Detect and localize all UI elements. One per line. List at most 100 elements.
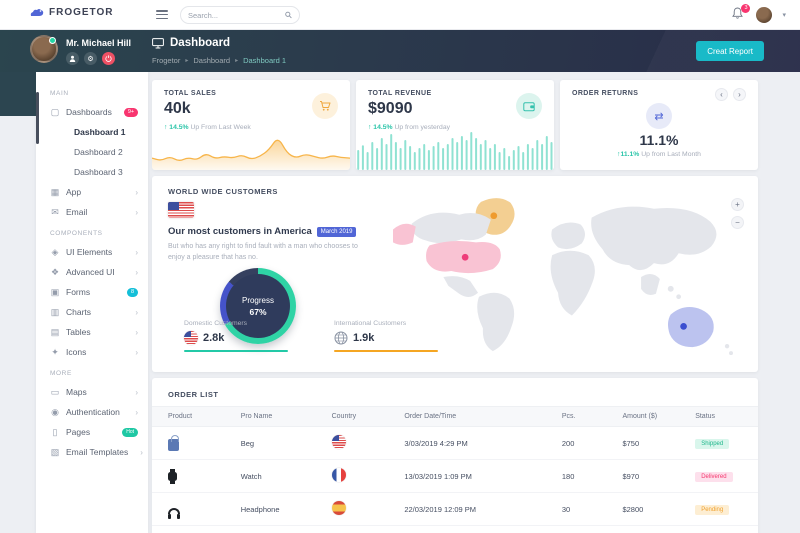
sidebar-item-authentication[interactable]: ◉ Authentication › [36, 402, 148, 422]
sidebar-item-tables[interactable]: ▤ Tables › [36, 322, 148, 342]
maps-icon: ▭ [50, 387, 60, 398]
pages-hot-badge: Hot [122, 428, 138, 437]
sidebar-item-dashboard-3[interactable]: Dashboard 3 [36, 162, 148, 182]
sidebar-item-charts[interactable]: ▥ Charts › [36, 302, 148, 322]
domestic-underline-bar [184, 350, 288, 352]
tables-icon: ▤ [50, 327, 60, 338]
app-grid-icon: ▦ [50, 187, 60, 198]
map-africa[interactable] [551, 251, 595, 316]
table-row: Watch 13/03/2019 1:09 PM 180 $970 Delive… [152, 460, 758, 493]
globe-icon [334, 331, 348, 345]
logout-button[interactable] [102, 52, 115, 65]
table-row: Purse 14/03/2019 8:27 PM 100 $520 Shippe… [152, 526, 758, 533]
settings-button[interactable]: ⚙ [84, 52, 97, 65]
create-report-button[interactable]: Creat Report [696, 41, 764, 61]
brand-logo[interactable]: FROGETOR [30, 7, 113, 18]
chevron-right-icon: › [135, 208, 138, 217]
breadcrumb-sep-icon: ▸ [185, 57, 188, 64]
sidebar-item-app[interactable]: ▦ App › [36, 182, 148, 202]
map-south-america[interactable] [477, 293, 514, 351]
sidebar-section-main: MAIN [50, 90, 148, 97]
dashboard-screen: FROGETOR 3 ▾ Mr. Michael Hill [0, 0, 800, 533]
sidebar: MAIN ▢ Dashboards 9+ Dashboard 1 Dashboa… [36, 72, 148, 533]
map-marker-us[interactable] [462, 254, 469, 261]
profile-button[interactable] [66, 52, 79, 65]
sidebar-item-email[interactable]: ✉ Email › [36, 202, 148, 222]
dashboards-count-badge: 9+ [124, 108, 138, 117]
card-label: ORDER RETURNS [572, 90, 638, 97]
breadcrumb-sep-icon: ▸ [235, 57, 238, 64]
brand-name: FROGETOR [49, 7, 113, 18]
map-canada[interactable] [412, 213, 491, 244]
menu-toggle-icon[interactable] [156, 10, 168, 21]
us-flag-icon [168, 202, 194, 218]
chevron-down-icon[interactable]: ▾ [782, 11, 786, 19]
map-india[interactable] [641, 274, 660, 295]
map-alaska[interactable] [393, 224, 416, 245]
breadcrumb-dashboard[interactable]: Dashboard [193, 56, 230, 65]
spain-flag-icon [332, 501, 346, 515]
user-avatar[interactable] [756, 7, 772, 23]
map-australia[interactable] [668, 307, 714, 347]
top-navbar: FROGETOR 3 ▾ [0, 0, 800, 30]
breadcrumb-home[interactable]: Frogetor [152, 56, 180, 65]
chevron-right-icon: › [135, 408, 138, 417]
sidebar-item-pages[interactable]: ▯ Pages Hot [36, 422, 148, 442]
cart-icon-circle [312, 93, 338, 119]
map-asia[interactable] [591, 207, 716, 270]
chevron-right-icon: › [135, 188, 138, 197]
sidebar-section-more: MORE [50, 370, 148, 377]
map-marker-australia[interactable] [680, 323, 687, 330]
progress-label: Progress [242, 296, 274, 305]
pages-icon: ▯ [50, 427, 60, 438]
sidebar-scrollbar[interactable] [36, 92, 39, 144]
sidebar-item-maps[interactable]: ▭ Maps › [36, 382, 148, 402]
map-europe[interactable] [551, 223, 585, 250]
power-icon [105, 55, 112, 62]
search-input[interactable] [188, 11, 285, 20]
total-sales-card: TOTAL SALES 40k ↑ 14.5% Up From Last Wee… [152, 80, 350, 170]
order-returns-delta: ↑11.1% Up from Last Month [560, 151, 758, 158]
notifications-button[interactable]: 3 [732, 7, 746, 23]
sales-sparkline-chart [152, 132, 350, 170]
sidebar-item-advanced-ui[interactable]: ❖ Advanced UI › [36, 262, 148, 282]
charts-icon: ▥ [50, 307, 60, 318]
domestic-customers-value: 2.8k [203, 332, 224, 344]
chevron-right-icon: › [135, 248, 138, 257]
returns-prev-button[interactable]: ‹ [715, 88, 728, 101]
returns-next-button[interactable]: › [733, 88, 746, 101]
map-marker-greenland[interactable] [490, 212, 497, 219]
map-zoom-out-button[interactable]: − [731, 216, 744, 229]
status-badge: Pending [695, 505, 729, 515]
order-table: Product Pro Name Country Order Date/Time… [152, 406, 758, 533]
revenue-bar-chart [356, 126, 554, 170]
sidebar-item-dashboard-2[interactable]: Dashboard 2 [36, 142, 148, 162]
total-sales-delta: ↑ 14.5% Up From Last Week [164, 124, 251, 131]
sidebar-item-dashboard-1[interactable]: Dashboard 1 [36, 122, 148, 142]
advanced-ui-icon: ❖ [50, 267, 60, 278]
page-title: Dashboard [170, 37, 230, 49]
user-icon [69, 55, 76, 62]
sidebar-item-icons[interactable]: ✦ Icons › [36, 342, 148, 362]
sidebar-item-ui-elements[interactable]: ◈ UI Elements › [36, 242, 148, 262]
profile-avatar[interactable] [30, 35, 58, 63]
world-wide-customers-card: WORLD WIDE CUSTOMERS Our most customers … [152, 176, 758, 372]
headphone-product-icon [168, 508, 180, 514]
sidebar-item-dashboards[interactable]: ▢ Dashboards 9+ [36, 102, 148, 122]
chevron-right-icon: › [135, 388, 138, 397]
table-row: Beg 3/03/2019 4:29 PM 200 $750 Shipped [152, 427, 758, 460]
chevron-right-icon: › [135, 308, 138, 317]
chevron-right-icon: › [135, 268, 138, 277]
search-icon[interactable] [285, 11, 292, 19]
wallet-icon [523, 101, 535, 112]
forms-count-badge: 8 [127, 288, 138, 297]
customers-heading: Our most customers in America [168, 226, 312, 237]
sidebar-item-email-templates[interactable]: ▧ Email Templates › [36, 442, 148, 462]
table-row: Headphone 22/03/2019 12:09 PM 30 $2800 P… [152, 493, 758, 526]
map-mexico[interactable] [443, 276, 478, 297]
sidebar-item-forms[interactable]: ▣ Forms 8 [36, 282, 148, 302]
customers-paragraph: But who has any right to find fault with… [168, 242, 373, 264]
map-zoom-in-button[interactable]: + [731, 198, 744, 211]
sidebar-section-components: COMPONENTS [50, 230, 148, 237]
up-arrow-icon: ↑ [164, 124, 167, 131]
